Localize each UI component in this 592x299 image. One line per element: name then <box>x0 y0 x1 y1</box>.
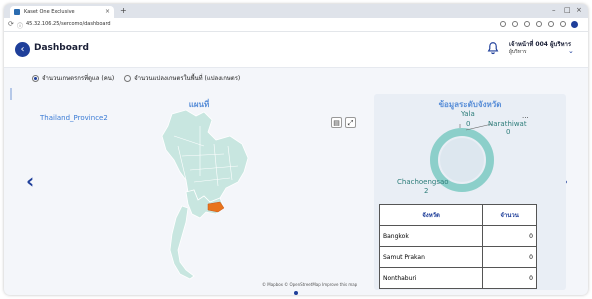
column-header[interactable]: จำนวน <box>482 204 537 226</box>
donut-label-chachoengsao: Chachoengsao <box>397 178 449 186</box>
radio-plots[interactable]: จำนวนแปลงเกษตรในพื้นที่ (แปลงเกษตร) <box>124 73 240 83</box>
app-header: ‹ Dashboard เจ้าหน้าที่ 004 ผู้บริหาร ผู… <box>4 32 588 68</box>
radio-farmers[interactable]: จำนวนเกษตรกรที่ดูแล (คน) <box>32 73 114 83</box>
province-cell: Bangkok <box>378 225 484 247</box>
extensions-icon[interactable] <box>536 21 542 27</box>
tab-bar: Kaset One Exclusive × + – □ × <box>4 4 588 18</box>
table-row[interactable]: Samut Prakan 0 <box>378 246 537 268</box>
share-icon[interactable] <box>512 21 518 27</box>
address-bar: ⟳ ⓘ 45.32.106.25/sercomo/dashboard <box>4 18 588 32</box>
donut-label-narathiwat: Narathiwat <box>488 120 527 128</box>
carousel-indicator[interactable] <box>294 291 298 295</box>
fullscreen-icon[interactable]: ⤢ <box>345 117 356 128</box>
tab-title: Kaset One Exclusive <box>24 9 75 15</box>
province-cell: Nonthaburi <box>378 267 484 289</box>
minimize-button[interactable]: – <box>552 6 556 14</box>
table-row[interactable]: Nonthaburi 0 <box>378 267 537 289</box>
map-panel: แผนที่ Thailand_Province2 ▤ ⤢ © Mapbox © … <box>34 94 364 290</box>
downloads-icon[interactable] <box>548 21 554 27</box>
count-cell: 0 <box>482 246 537 268</box>
radio-label: จำนวนแปลงเกษตรในพื้นที่ (แปลงเกษตร) <box>134 75 241 82</box>
url-field[interactable]: 45.32.106.25/sercomo/dashboard <box>26 21 111 27</box>
new-tab-button[interactable]: + <box>120 6 127 15</box>
map-tools: ▤ ⤢ <box>328 110 356 129</box>
site-info-icon[interactable]: ⓘ <box>17 21 23 30</box>
bookmark-icon[interactable] <box>524 21 530 27</box>
column-header[interactable]: จังหวัด <box>378 204 484 226</box>
province-table: จังหวัด จำนวน Bangkok 0 Samut Prakan 0 N… <box>378 204 537 289</box>
reload-icon[interactable]: ⟳ <box>8 20 14 28</box>
map-attribution[interactable]: © Mapbox © OpenStreetMap Improve this ma… <box>262 282 357 287</box>
profile-avatar[interactable] <box>571 21 578 28</box>
browser-tab[interactable]: Kaset One Exclusive × <box>10 6 114 18</box>
layers-icon[interactable]: ▤ <box>331 117 342 128</box>
bell-icon[interactable] <box>486 41 500 55</box>
count-cell: 0 <box>482 267 537 289</box>
browser-window: Kaset One Exclusive × + – □ × ⟳ ⓘ 45.32.… <box>4 4 588 295</box>
more-icon[interactable]: ... <box>522 112 529 120</box>
table-row[interactable]: Bangkok 0 <box>378 225 537 247</box>
radio-label: จำนวนเกษตรกรที่ดูแล (คน) <box>42 75 115 82</box>
province-stats-panel: ข้อมูลระดับจังหวัด ... Yala 0 Narathiwat… <box>374 94 566 290</box>
province-cell: Samut Prakan <box>378 246 484 268</box>
radio-selected-icon <box>32 75 39 82</box>
donut-value-yala: 0 <box>466 120 471 128</box>
zoom-icon[interactable] <box>500 21 506 27</box>
map-region-south <box>169 205 195 280</box>
radio-unselected-icon <box>124 75 132 82</box>
tab-close-icon[interactable]: × <box>105 8 110 15</box>
side-indicator <box>10 88 12 100</box>
map-layer-label: Thailand_Province2 <box>40 114 108 122</box>
metric-filter: จำนวนเกษตรกรที่ดูแล (คน) จำนวนแปลงเกษตรใ… <box>32 73 248 83</box>
favicon-icon <box>14 9 20 15</box>
user-role: ผู้บริหาร <box>509 49 527 55</box>
donut-label-name: Yala <box>461 110 475 118</box>
donut-value-narathiwat: 0 <box>506 128 511 136</box>
count-cell: 0 <box>482 225 537 247</box>
back-button[interactable]: ‹ <box>15 42 30 57</box>
chevron-down-icon[interactable]: ⌄ <box>568 47 574 55</box>
maximize-button[interactable]: □ <box>564 6 571 14</box>
table-header-row: จังหวัด จำนวน <box>378 204 537 226</box>
donut-label-yala: Yala <box>461 110 475 118</box>
close-window-button[interactable]: × <box>576 6 582 14</box>
carousel-prev-button[interactable]: ‹ <box>26 169 34 193</box>
donut-inner <box>440 138 484 182</box>
map-region-north <box>161 109 249 203</box>
page-title: Dashboard <box>34 43 89 53</box>
sidebar-icon[interactable] <box>560 21 566 27</box>
donut-value-chachoengsao: 2 <box>424 187 429 195</box>
province-donut-chart[interactable] <box>422 120 502 200</box>
thailand-map[interactable] <box>134 106 264 281</box>
